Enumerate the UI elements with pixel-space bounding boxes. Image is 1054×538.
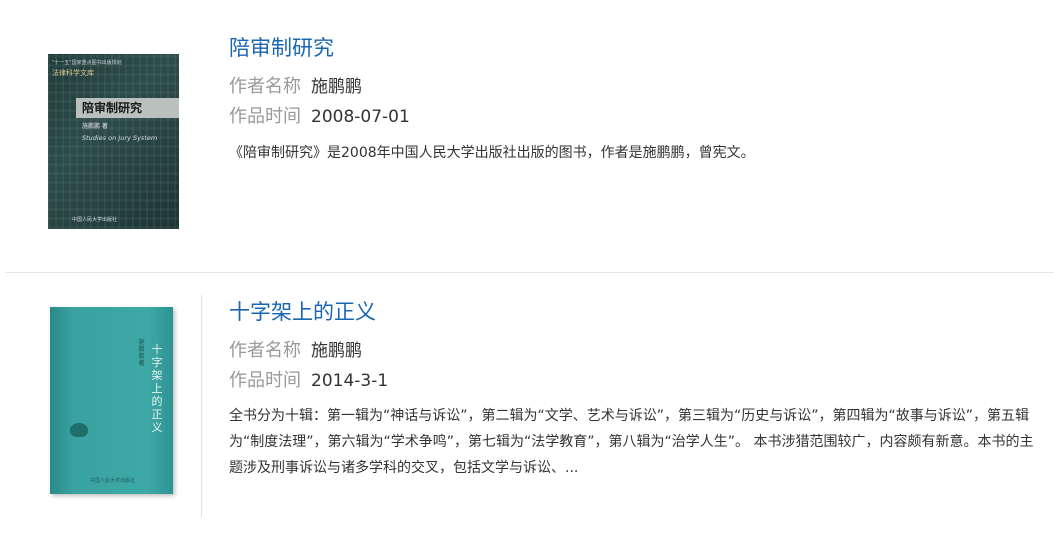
book-title-link[interactable]: 十字架上的正义 — [229, 296, 376, 326]
author-value: 施鹏鹏 — [311, 341, 362, 361]
cover-author: 施鹏鹏 著 — [82, 123, 108, 130]
author-row: 作者名称 施鹏鹏 — [229, 336, 362, 362]
cover-publisher: 中国人民大学出版社 — [72, 217, 118, 223]
book-item-2: 十字架上的正义 施鹏鹏 著 中国人民大学出版社 十字架上的正义 作者名称 施鹏鹏 … — [0, 273, 1054, 538]
date-value: 2014-3-1 — [311, 371, 389, 391]
author-value: 施鹏鹏 — [311, 77, 362, 97]
date-label: 作品时间 — [229, 106, 301, 127]
cover-series: 法律科学文库 — [52, 69, 94, 77]
book-item-1: "十一五"国家重点图书出版规划 法律科学文库 陪审制研究 施鹏鹏 著 Studi… — [0, 0, 1054, 272]
cover-english-title: Studies on Jury System — [82, 134, 158, 142]
book-cover-image[interactable]: 十字架上的正义 施鹏鹏 著 中国人民大学出版社 — [50, 307, 173, 494]
author-row: 作者名称 施鹏鹏 — [229, 72, 362, 98]
publisher-emblem-icon — [70, 423, 88, 437]
date-value: 2008-07-01 — [311, 107, 410, 127]
cover-author: 施鹏鹏 著 — [138, 339, 145, 367]
date-row: 作品时间 2014-3-1 — [229, 366, 388, 392]
book-description: 《陪审制研究》是2008年中国人民大学出版社出版的图书，作者是施鹏鹏，曾宪文。 — [229, 145, 755, 161]
date-row: 作品时间 2008-07-01 — [229, 102, 410, 128]
book-cover-image[interactable]: "十一五"国家重点图书出版规划 法律科学文库 陪审制研究 施鹏鹏 著 Studi… — [48, 54, 179, 229]
cover-publisher: 中国人民大学出版社 — [90, 478, 136, 484]
book-description: 全书分为十辑：第一辑为“神话与诉讼”，第二辑为“文学、艺术与诉讼”，第三辑为“历… — [229, 408, 1034, 476]
book-cover-frame: 十字架上的正义 施鹏鹏 著 中国人民大学出版社 — [27, 295, 202, 517]
author-label: 作者名称 — [229, 340, 301, 361]
cover-title: 陪审制研究 — [76, 98, 179, 118]
author-label: 作者名称 — [229, 76, 301, 97]
cover-title: 十字架上的正义 — [151, 343, 163, 434]
cover-top-line: "十一五"国家重点图书出版规划 — [52, 60, 122, 66]
book-title-link[interactable]: 陪审制研究 — [229, 32, 334, 62]
date-label: 作品时间 — [229, 370, 301, 391]
